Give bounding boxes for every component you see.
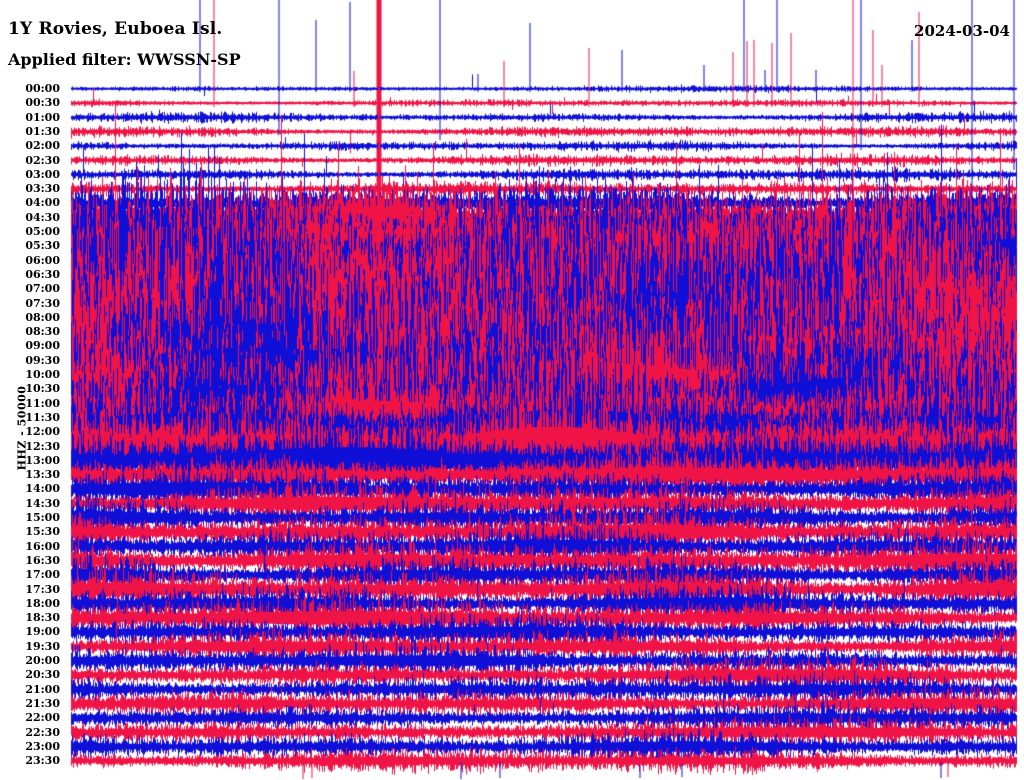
time-label: 15:00 (25, 511, 60, 524)
time-label: 14:30 (25, 496, 60, 510)
time-label: 21:00 (25, 682, 60, 696)
station-title: 1Y Rovies, Euboea Isl. (8, 19, 223, 39)
time-label: 18:00 (25, 596, 60, 610)
time-label: 03:00 (25, 167, 60, 181)
time-label: 02:30 (25, 153, 60, 167)
time-label: 23:30 (25, 754, 60, 768)
time-label: 20:30 (25, 668, 60, 682)
time-label: 01:00 (25, 110, 60, 124)
seismogram-canvas (0, 0, 1024, 780)
date-label: 2024-03-04 (914, 22, 1010, 40)
time-label: 03:30 (25, 182, 60, 196)
time-label: 15:30 (25, 525, 60, 539)
time-label: 20:00 (25, 654, 60, 667)
time-label: 21:30 (25, 696, 60, 710)
time-label: 08:00 (25, 310, 60, 324)
time-label: 13:00 (25, 453, 60, 467)
time-label: 09:30 (25, 353, 60, 367)
time-label: 17:00 (25, 568, 60, 582)
time-label: 22:00 (25, 711, 60, 725)
time-label: 08:30 (25, 325, 60, 339)
time-label: 12:30 (25, 439, 60, 453)
time-label: 00:00 (25, 82, 60, 95)
time-label: 13:30 (25, 468, 60, 482)
time-label: 22:30 (25, 725, 60, 739)
time-label: 12:00 (25, 425, 60, 439)
time-label: 04:00 (25, 196, 60, 210)
time-label: 18:30 (25, 611, 60, 625)
time-label: 10:30 (25, 382, 60, 396)
time-label: 16:30 (25, 553, 60, 567)
time-label: 09:00 (25, 339, 60, 353)
time-label: 06:00 (25, 253, 60, 267)
time-label: 05:00 (25, 225, 60, 238)
time-label: 06:30 (25, 267, 60, 281)
time-label: 01:30 (25, 124, 60, 138)
time-label: 07:00 (25, 282, 60, 296)
time-label: 07:30 (25, 296, 60, 310)
time-label: 23:00 (25, 739, 60, 753)
time-label: 02:00 (25, 139, 60, 153)
time-label: 19:00 (25, 625, 60, 639)
time-label: 17:30 (25, 582, 60, 596)
time-label: 14:00 (25, 482, 60, 496)
time-label: 19:30 (25, 639, 60, 653)
time-label: 11:00 (25, 396, 60, 410)
time-label: 10:00 (25, 368, 60, 381)
time-label: 00:30 (25, 96, 60, 110)
time-label: 16:00 (25, 539, 60, 553)
time-label: 05:30 (25, 239, 60, 253)
applied-filter-label: Applied filter: WWSSN-SP (8, 50, 241, 69)
time-label: 11:30 (25, 410, 60, 424)
time-label: 04:30 (25, 210, 60, 224)
helicorder-view: 1Y Rovies, Euboea Isl. Applied filter: W… (0, 0, 1024, 780)
